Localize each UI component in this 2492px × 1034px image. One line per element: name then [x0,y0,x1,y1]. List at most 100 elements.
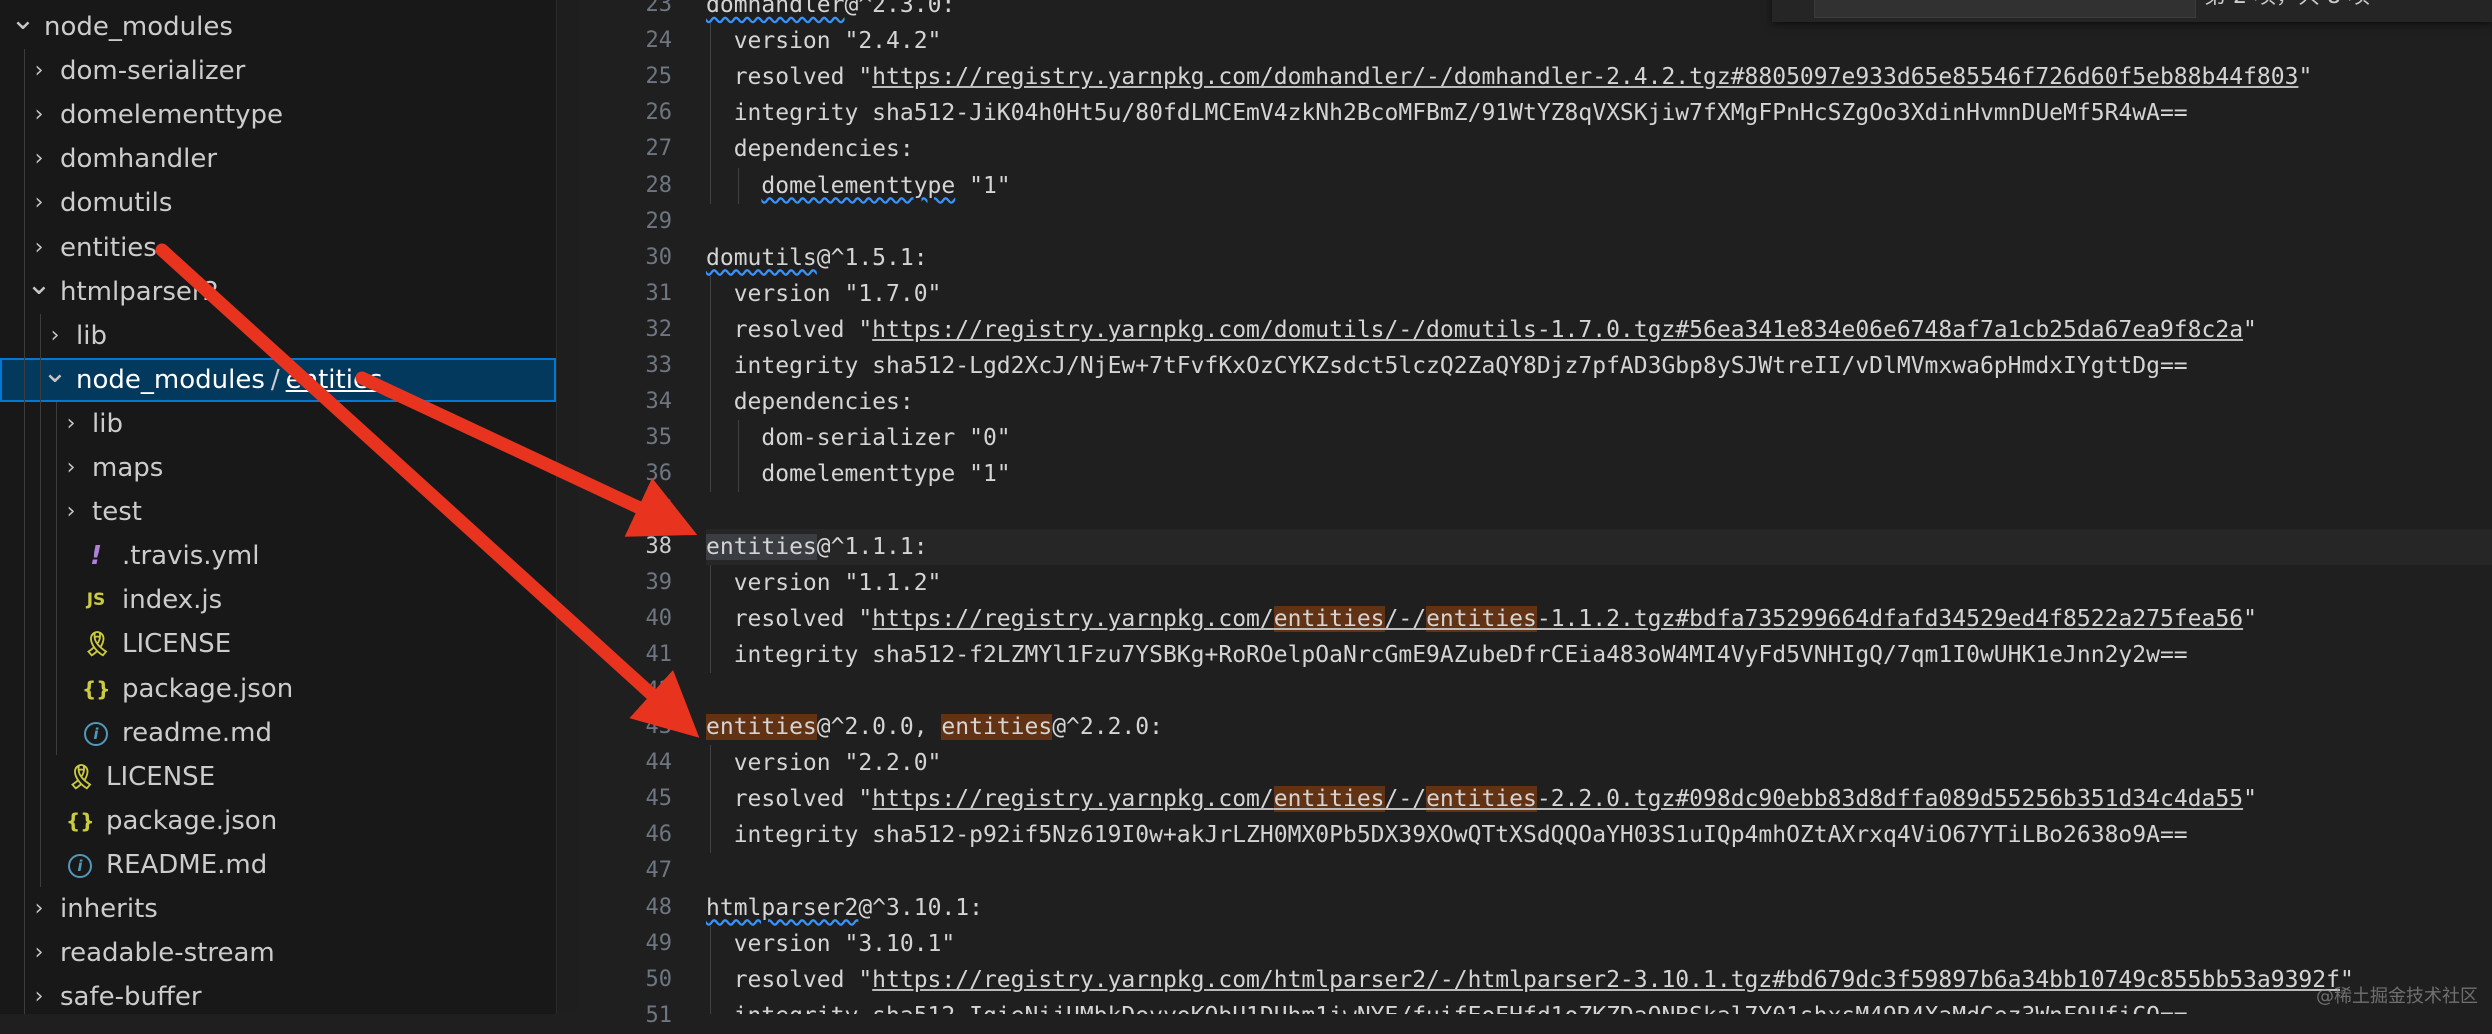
code-line: domelementtype "1" [761,172,1011,199]
tree-item[interactable]: › maps [0,446,556,490]
tree-item-label: maps [92,453,164,483]
code-editor[interactable]: domhandler@^2.3.0: version "2.4.2" resol… [706,0,2492,1014]
chevron-right-icon[interactable]: › [58,446,84,490]
line-number: 41 [645,641,673,667]
line-number: 46 [645,822,673,848]
tree-item[interactable]: ⌄ htmlparser2 [0,269,556,314]
line-number: 24 [645,28,673,54]
tree-item-label: package.json [106,805,278,836]
code-line: entities@^2.0.0, entities@^2.2.0: [706,714,1163,740]
code-line: dom-serializer "0" [706,425,1011,452]
close-icon[interactable]: ✕ [2462,0,2480,3]
previous-match-icon[interactable]: ↑ [2412,0,2430,3]
chevron-right-icon[interactable]: › [26,49,52,93]
tree-item-label: domutils [60,188,173,219]
code-line: integrity sha512-p92if5Nz619I0w+akJrLZH0… [706,822,2188,849]
line-number: 43 [645,714,673,739]
line-number: 31 [645,280,673,306]
indent-guide [40,313,41,887]
chevron-right-icon[interactable]: › [26,226,52,270]
line-number: 49 [645,930,673,956]
line-number: 48 [645,894,673,920]
watermark: @稀土掘金技术社区 [2316,986,2478,1007]
chevron-right-icon[interactable]: › [58,402,84,446]
indent-guide [24,49,25,1014]
tree-item[interactable]: ⌄ node_modules / entities [0,357,556,402]
tree-item-label: LICENSE [106,761,216,792]
line-number: 28 [645,172,673,198]
chevron-down-icon[interactable]: ⌄ [26,269,52,314]
line-number: 33 [645,353,673,378]
line-number: 51 [645,1002,673,1028]
line-number: 42 [645,677,673,703]
find-query: entities [1830,0,1912,3]
chevron-right-icon[interactable]: › [26,931,52,975]
tree-item-label: htmlparser2 [60,276,220,307]
tree-item[interactable]: › lib [0,402,556,446]
code-line: version "2.4.2" [706,28,942,55]
chevron-right-icon[interactable]: › [26,181,52,225]
license-icon: 🎗 [66,762,97,791]
line-number: 39 [645,569,673,595]
tree-item[interactable]: › inherits [0,887,556,931]
tree-item[interactable]: ⌄ node_modules [0,5,556,49]
code-line: resolved "https://registry.yarnpkg.com/e… [706,605,2257,632]
tree-item-label: readable-stream [60,938,275,969]
tree-item[interactable]: › domhandler [0,137,556,181]
json-file-icon: {} [82,676,111,701]
code-line: resolved "https://registry.yarnpkg.com/h… [706,966,2354,993]
tree-item[interactable]: ! .travis.yml [0,534,556,578]
chevron-right-icon[interactable]: › [26,887,52,931]
chevron-right-icon[interactable]: › [42,314,68,358]
chevron-right-icon[interactable]: › [26,93,52,137]
line-number: 44 [645,750,673,776]
tree-item[interactable]: JS index.js [0,578,556,622]
code-line: version "3.10.1" [706,930,956,957]
info-icon: i [66,843,94,887]
tree-item[interactable]: › safe-buffer [0,975,556,1014]
tree-item[interactable]: › domelementtype [0,93,556,137]
tree-item[interactable]: {} package.json [0,667,556,711]
line-number: 40 [645,605,673,631]
chevron-down-icon[interactable]: ⌄ [10,5,36,49]
line-number: 47 [645,858,673,884]
tree-item[interactable]: › lib [0,314,556,358]
sidebar-divider[interactable] [556,0,577,1014]
chevron-right-icon[interactable]: › [58,490,84,534]
line-number: 30 [645,244,673,270]
chevron-right-icon[interactable]: › [26,975,52,1014]
code-line: version "1.7.0" [706,280,942,307]
line-number: 32 [645,316,673,342]
code-line: dependencies: [706,389,914,416]
line-number: 38 [645,533,673,559]
code-line: integrity sha512-Lgd2XcJ/NjEw+7tFvfKxOzC… [706,353,2188,379]
indent-guide [710,564,711,673]
code-line: integrity sha512-JiK04h0Ht5u/80fdLMCEmV4… [706,100,2188,127]
tree-item[interactable]: › domutils [0,181,556,225]
yaml-icon: ! [90,541,102,572]
tree-item[interactable]: › entities [0,226,556,270]
code-line: resolved "https://registry.yarnpkg.com/d… [706,64,2313,91]
code-line: resolved "https://registry.yarnpkg.com/d… [706,316,2257,343]
tree-item-label: test [92,497,142,528]
tree-item[interactable]: i README.md [0,843,556,887]
js-file-icon: JS [86,590,106,611]
line-number: 50 [645,966,673,992]
tree-item[interactable]: › dom-serializer [0,49,556,93]
chevron-down-icon[interactable]: ⌄ [42,357,68,402]
tree-item-label-part: entities [285,364,383,395]
tree-item[interactable]: i readme.md [0,711,556,755]
tree-item-label-part: node_modules [76,364,265,395]
code-line: version "1.1.2" [706,569,942,596]
code-line: htmlparser2@^3.10.1: [706,894,983,921]
tree-item-compact-label: node_modules / entities [76,358,383,402]
indent-guide [710,23,711,204]
tree-item[interactable]: {} package.json [0,799,556,843]
chevron-right-icon[interactable]: › [26,137,52,181]
tree-item[interactable]: 🎗 LICENSE [0,622,556,666]
tree-item[interactable]: › test [0,490,556,534]
explorer-sidebar: ⌄ node_modules › dom-serializer › domelementt… [0,0,556,1014]
tree-item[interactable]: › readable-stream [0,931,556,975]
tree-item[interactable]: 🎗 LICENSE [0,755,556,799]
code-line: version "2.2.0" [706,750,942,777]
